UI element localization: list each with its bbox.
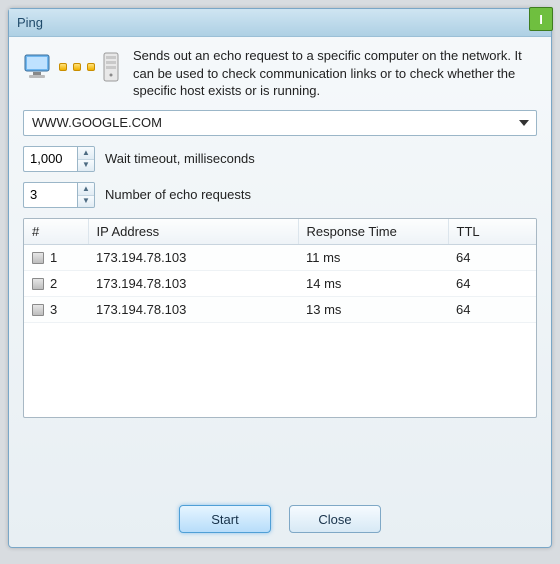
start-button[interactable]: Start xyxy=(179,505,271,533)
timeout-row: ▲ ▼ Wait timeout, milliseconds xyxy=(23,146,537,172)
col-header-rt[interactable]: Response Time xyxy=(298,219,448,245)
titlebar[interactable]: Ping I xyxy=(9,9,551,37)
count-label: Number of echo requests xyxy=(105,187,251,202)
footer-buttons: Start Close xyxy=(23,499,537,535)
timeout-spin-buttons: ▲ ▼ xyxy=(77,146,95,172)
cell-ttl: 64 xyxy=(448,296,536,322)
count-row: ▲ ▼ Number of echo requests xyxy=(23,182,537,208)
chevron-down-icon: ▼ xyxy=(82,161,90,169)
cell-ip: 173.194.78.103 xyxy=(88,244,298,270)
ping-window: Ping I xyxy=(8,8,552,548)
timeout-stepper[interactable]: ▲ ▼ xyxy=(23,146,95,172)
timeout-label: Wait timeout, milliseconds xyxy=(105,151,255,166)
cell-ttl: 64 xyxy=(448,244,536,270)
count-input[interactable] xyxy=(23,182,77,208)
cell-ttl: 64 xyxy=(448,270,536,296)
row-status-icon xyxy=(32,252,44,264)
table-row[interactable]: 2 173.194.78.103 14 ms 64 xyxy=(24,270,536,296)
row-status-icon xyxy=(32,304,44,316)
dropdown-arrow-icon[interactable] xyxy=(515,114,533,132)
timeout-up-button[interactable]: ▲ xyxy=(78,147,94,159)
cell-rt: 11 ms xyxy=(298,244,448,270)
cell-ip: 173.194.78.103 xyxy=(88,296,298,322)
col-header-ttl[interactable]: TTL xyxy=(448,219,536,245)
host-input[interactable] xyxy=(23,110,537,136)
monitor-icon xyxy=(23,53,53,81)
col-header-num[interactable]: # xyxy=(24,219,88,245)
intro-row: Sends out an echo request to a specific … xyxy=(23,47,537,100)
table-header: # IP Address Response Time TTL xyxy=(24,219,536,245)
table-body: 1 173.194.78.103 11 ms 64 2 173.194.78.1… xyxy=(24,244,536,322)
table-row[interactable]: 1 173.194.78.103 11 ms 64 xyxy=(24,244,536,270)
close-button[interactable]: Close xyxy=(289,505,381,533)
row-status-icon xyxy=(32,278,44,290)
count-stepper[interactable]: ▲ ▼ xyxy=(23,182,95,208)
description-text: Sends out an echo request to a specific … xyxy=(133,47,537,100)
count-down-button[interactable]: ▼ xyxy=(78,195,94,207)
corner-marker: I xyxy=(529,7,553,31)
icon-train xyxy=(23,47,121,83)
chevron-up-icon: ▲ xyxy=(82,185,90,193)
table-row[interactable]: 3 173.194.78.103 13 ms 64 xyxy=(24,296,536,322)
host-combobox[interactable] xyxy=(23,110,537,136)
server-icon xyxy=(101,51,121,83)
cell-num: 3 xyxy=(50,302,57,317)
chevron-up-icon: ▲ xyxy=(82,149,90,157)
timeout-down-button[interactable]: ▼ xyxy=(78,159,94,171)
results-table: # IP Address Response Time TTL 1 173.194… xyxy=(24,219,536,323)
signal-dot-icon xyxy=(59,63,67,71)
results-table-wrap: # IP Address Response Time TTL 1 173.194… xyxy=(23,218,537,418)
cell-ip: 173.194.78.103 xyxy=(88,270,298,296)
col-header-ip[interactable]: IP Address xyxy=(88,219,298,245)
cell-rt: 13 ms xyxy=(298,296,448,322)
cell-num: 2 xyxy=(50,276,57,291)
signal-dot-icon xyxy=(87,63,95,71)
count-up-button[interactable]: ▲ xyxy=(78,183,94,195)
count-spin-buttons: ▲ ▼ xyxy=(77,182,95,208)
cell-rt: 14 ms xyxy=(298,270,448,296)
chevron-down-icon: ▼ xyxy=(82,197,90,205)
window-body: Sends out an echo request to a specific … xyxy=(9,37,551,547)
cell-num: 1 xyxy=(50,250,57,265)
signal-dot-icon xyxy=(73,63,81,71)
window-title: Ping xyxy=(17,15,43,30)
timeout-input[interactable] xyxy=(23,146,77,172)
corner-marker-label: I xyxy=(539,12,543,27)
